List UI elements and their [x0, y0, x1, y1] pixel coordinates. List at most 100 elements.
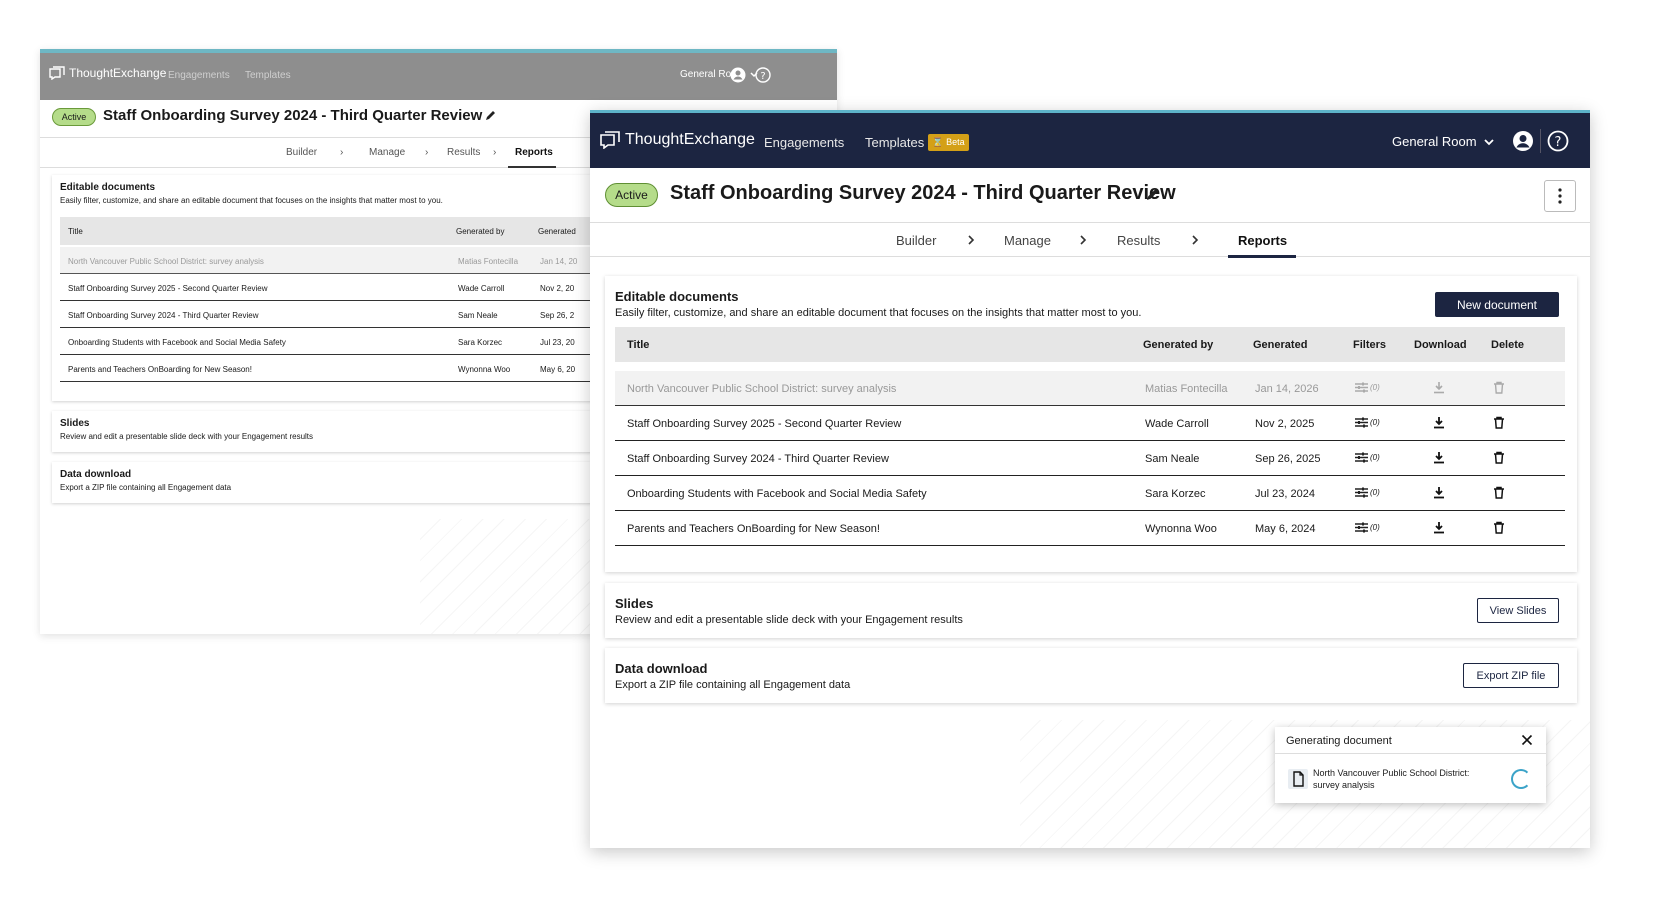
filter-icon	[1355, 487, 1368, 498]
download-icon	[1434, 522, 1444, 534]
room-selector[interactable]: General Room	[1392, 134, 1495, 149]
column-header: Generated by	[456, 227, 505, 236]
section-description: Easily filter, customize, and share an e…	[615, 307, 1142, 319]
toast-message: North Vancouver Public School District: …	[1313, 768, 1470, 790]
tab-underline	[1228, 255, 1296, 258]
edit-icon[interactable]	[1146, 187, 1160, 201]
tab-builder[interactable]: Builder	[286, 147, 317, 158]
logo-text: ThoughtExchange	[625, 131, 755, 148]
editable-documents-card: Editable documents Easily filter, custom…	[605, 276, 1577, 572]
new-document-button[interactable]: New document	[1435, 292, 1559, 317]
table-header: Title Generated by Generated Filters Dow…	[615, 327, 1565, 362]
download-button[interactable]	[1433, 451, 1445, 467]
row-author: Wade Carroll	[458, 284, 505, 293]
help-icon[interactable]: ?	[755, 67, 771, 83]
toast-title: Generating document	[1286, 735, 1392, 747]
view-slides-button[interactable]: View Slides	[1477, 598, 1559, 623]
row-author: Wynonna Woo	[1145, 523, 1217, 535]
nav-templates[interactable]: Templates	[245, 70, 291, 81]
tab-bar: Builder Manage Results Reports	[590, 222, 1590, 258]
row-title: Parents and Teachers OnBoarding for New …	[68, 365, 252, 374]
page-title: Staff Onboarding Survey 2024 - Third Qua…	[103, 107, 483, 124]
export-zip-button[interactable]: Export ZIP file	[1463, 663, 1559, 688]
row-filters[interactable]: (0)	[1355, 417, 1380, 428]
account-icon[interactable]	[1512, 130, 1534, 152]
tab-manage[interactable]: Manage	[369, 147, 405, 158]
delete-button[interactable]	[1493, 486, 1505, 502]
row-author: Sam Neale	[1145, 453, 1200, 465]
table-row[interactable]: Staff Onboarding Survey 2025 - Second Qu…	[615, 406, 1565, 441]
tab-results[interactable]: Results	[447, 147, 480, 158]
nav-engagements[interactable]: Engagements	[168, 70, 230, 81]
row-date: Jan 14, 20	[540, 257, 578, 266]
row-author: Sam Neale	[458, 311, 498, 320]
close-icon[interactable]	[1521, 734, 1533, 746]
section-title: Slides	[615, 596, 654, 611]
delete-button[interactable]	[1493, 521, 1505, 537]
chevron-right-icon	[1192, 235, 1199, 245]
filter-count: (0)	[1370, 418, 1380, 427]
row-author: Sara Korzec	[458, 338, 503, 347]
table-row[interactable]: Onboarding Students with Facebook and So…	[615, 476, 1565, 511]
delete-button[interactable]	[1493, 451, 1505, 467]
more-options-button[interactable]	[1544, 180, 1576, 212]
delete-button[interactable]	[1493, 381, 1505, 397]
download-button[interactable]	[1433, 521, 1445, 537]
beta-label: Beta	[946, 137, 965, 147]
row-filters[interactable]: (0)	[1355, 522, 1380, 533]
download-button[interactable]	[1433, 381, 1445, 397]
section-description: Export a ZIP file containing all Engagem…	[615, 679, 851, 691]
logo: ThoughtExchange	[600, 131, 755, 149]
chevron-right-icon: ›	[340, 147, 344, 158]
row-author: Wynonna Woo	[458, 365, 511, 374]
download-button[interactable]	[1433, 486, 1445, 502]
download-icon	[1434, 417, 1444, 429]
filter-count: (0)	[1370, 523, 1380, 532]
row-date: Sep 26, 2025	[1255, 453, 1321, 465]
tab-reports[interactable]: Reports	[1238, 233, 1287, 248]
row-filters[interactable]: (0)	[1355, 382, 1380, 393]
nav-templates[interactable]: Templates	[865, 135, 924, 150]
row-author: Matias Fontecilla	[1145, 383, 1228, 395]
account-icon[interactable]	[730, 67, 746, 83]
tab-builder[interactable]: Builder	[896, 233, 936, 248]
tab-results[interactable]: Results	[1117, 233, 1160, 248]
room-selector[interactable]: General Room	[680, 69, 759, 80]
trash-icon	[1494, 521, 1504, 534]
slides-card: Slides Review and edit a presentable sli…	[605, 583, 1577, 638]
tab-reports[interactable]: Reports	[515, 147, 553, 158]
logo-icon	[49, 66, 65, 80]
trash-icon	[1494, 451, 1504, 464]
filter-count: (0)	[1370, 453, 1380, 462]
column-header-delete: Delete	[1491, 339, 1525, 351]
download-button[interactable]	[1433, 416, 1445, 432]
row-title: North Vancouver Public School District: …	[68, 257, 264, 266]
filter-icon	[1355, 417, 1368, 428]
filter-icon	[1355, 522, 1368, 533]
row-date: Sep 26, 2	[540, 311, 575, 320]
table-row[interactable]: Parents and Teachers OnBoarding for New …	[615, 511, 1565, 546]
tab-manage[interactable]: Manage	[1004, 233, 1051, 248]
row-date: Jul 23, 2024	[1255, 488, 1315, 500]
hourglass-icon: ⌛	[932, 137, 944, 147]
nav-engagements[interactable]: Engagements	[764, 135, 844, 150]
filter-count: (0)	[1370, 383, 1380, 392]
chevron-right-icon	[968, 235, 975, 245]
section-title: Editable documents	[60, 182, 156, 193]
row-date: May 6, 20	[540, 365, 576, 374]
table-row[interactable]: North Vancouver Public School District: …	[615, 371, 1565, 406]
delete-button[interactable]	[1493, 416, 1505, 432]
row-title: Onboarding Students with Facebook and So…	[68, 338, 286, 347]
divider	[1540, 129, 1541, 153]
table-row[interactable]: Staff Onboarding Survey 2024 - Third Qua…	[615, 441, 1565, 476]
download-icon	[1434, 487, 1444, 499]
row-filters[interactable]: (0)	[1355, 487, 1380, 498]
row-date: Nov 2, 20	[540, 284, 575, 293]
logo: ThoughtExchange	[49, 66, 166, 80]
generating-toast: Generating document North Vancouver Publ…	[1275, 727, 1546, 803]
svg-text:?: ?	[760, 71, 765, 82]
help-icon[interactable]: ?	[1547, 130, 1569, 152]
row-filters[interactable]: (0)	[1355, 452, 1380, 463]
edit-icon[interactable]	[485, 109, 497, 121]
beta-badge: ⌛ Beta	[928, 134, 969, 151]
